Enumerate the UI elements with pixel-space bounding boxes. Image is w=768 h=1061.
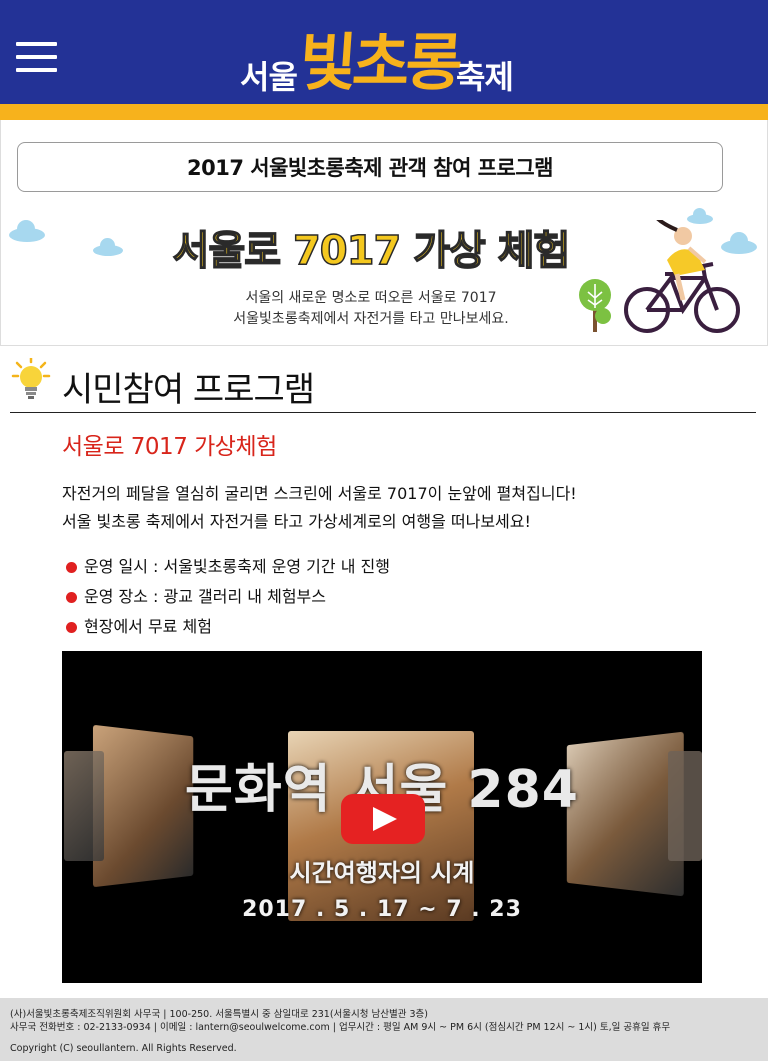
cloud-icon	[93, 238, 123, 256]
video-player[interactable]: 문화역 서울 284 시간여행자의 시계 2017 . 5 . 17 ~ 7 .…	[62, 651, 702, 983]
list-item: 현장에서 무료 체험	[62, 612, 742, 642]
youtube-play-icon[interactable]	[341, 794, 425, 844]
video-date: 2017 . 5 . 17 ~ 7 . 23	[242, 897, 522, 922]
banner-desc-line2: 서울빛초롱축제에서 자전거를 타고 만나보세요.	[233, 311, 509, 327]
program-description: 자전거의 페달을 열심히 굴리면 스크린에 서울로 7017이 눈앞에 펼쳐집니…	[62, 480, 742, 536]
site-footer: (사)서울빛초롱축제조직위원회 사무국 | 100-250. 서울특별시 중 삼…	[0, 998, 768, 1061]
program-info-list: 운영 일시 : 서울빛초롱축제 운영 기간 내 진행 운영 장소 : 광교 갤러…	[62, 552, 742, 642]
tree-icon	[579, 279, 611, 332]
festival-logo[interactable]: 서울 빛초롱 축제	[240, 6, 540, 99]
logo-small-right: 축제	[456, 58, 514, 96]
program-banner: 2017 서울빛초롱축제 관객 참여 프로그램 서울로 7017 가상 체험 서…	[0, 120, 768, 346]
bullet-dot-icon	[66, 622, 77, 633]
bullet-dot-icon	[66, 592, 77, 603]
cloud-icon	[9, 220, 45, 242]
lightbulb-icon	[11, 358, 51, 399]
description-line2: 서울 빛초롱 축제에서 자전거를 타고 가상세계로의 여행을 떠나보세요!	[62, 512, 531, 531]
bullet-dot-icon	[66, 562, 77, 573]
banner-desc-line1: 서울의 새로운 명소로 떠오른 서울로 7017	[245, 290, 497, 306]
logo-big: 빛초롱	[297, 26, 462, 99]
site-header: 서울 빛초롱 축제	[0, 0, 768, 104]
footer-address: (사)서울빛초롱축제조직위원회 사무국 | 100-250. 서울특별시 중 삼…	[10, 1009, 428, 1020]
banner-headline: 서울로 7017 가상 체험	[172, 227, 571, 275]
program-subhead: 서울로 7017 가상체험	[62, 434, 277, 460]
video-subtitle: 시간여행자의 시계	[289, 859, 475, 887]
logo-small-left: 서울	[240, 58, 298, 96]
footer-copyright: Copyright (C) seoullantern. All Rights R…	[10, 1043, 237, 1054]
bicycle-rider-icon	[624, 220, 740, 333]
description-line1: 자전거의 페달을 열심히 굴리면 스크린에 서울로 7017이 눈앞에 펼쳐집니…	[62, 484, 577, 503]
hamburger-menu-icon[interactable]	[16, 42, 58, 72]
list-item: 운영 장소 : 광교 갤러리 내 체험부스	[62, 582, 742, 612]
list-item: 운영 일시 : 서울빛초롱축제 운영 기간 내 진행	[62, 552, 742, 582]
header-stripe	[0, 104, 768, 120]
section-title: 시민참여 프로그램	[62, 370, 315, 410]
banner-box-title: 2017 서울빛초롱축제 관객 참여 프로그램	[17, 142, 723, 192]
section-divider	[10, 412, 756, 413]
footer-contact: 사무국 전화번호 : 02-2133-0934 | 이메일 : lantern@…	[10, 1022, 671, 1033]
banner-description: 서울의 새로운 명소로 떠오른 서울로 7017 서울빛초롱축제에서 자전거를 …	[161, 288, 581, 330]
